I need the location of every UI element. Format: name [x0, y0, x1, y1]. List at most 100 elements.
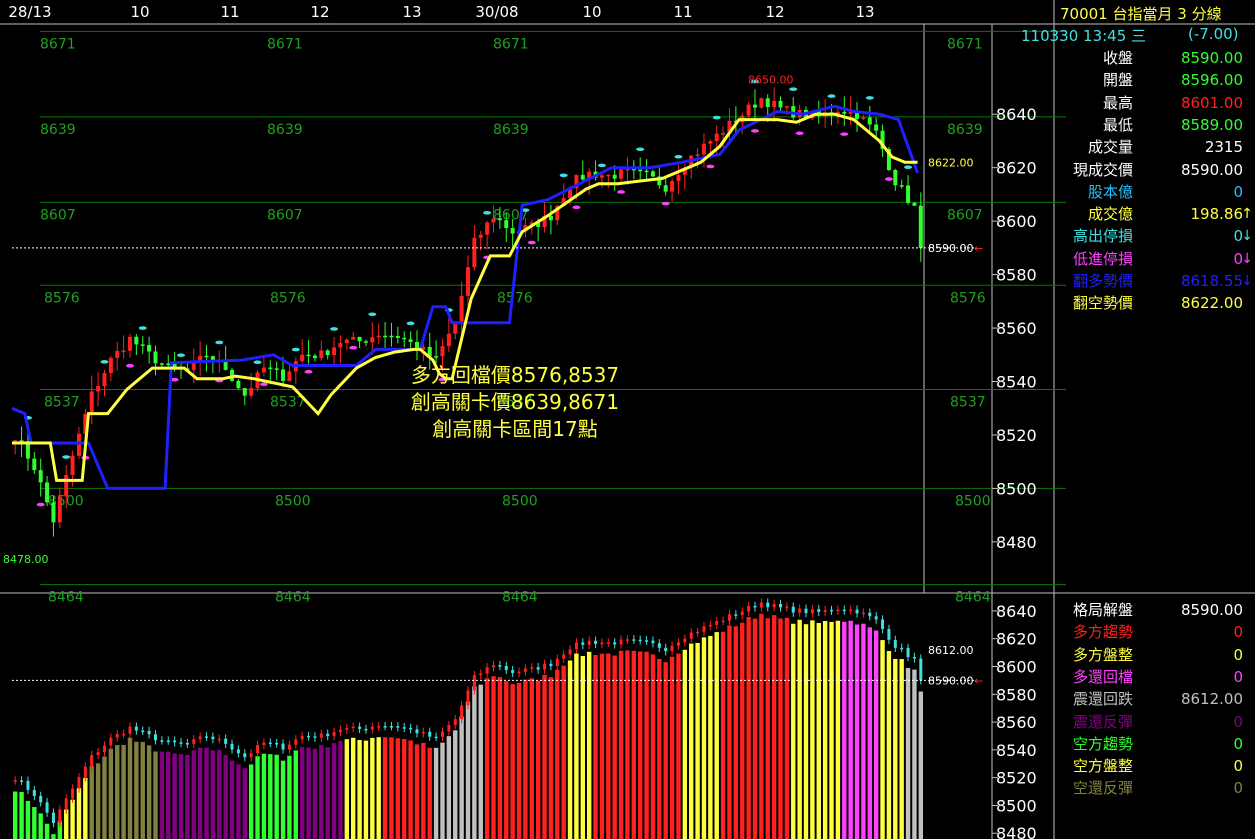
stop-marker-low [795, 131, 804, 136]
mini-candle-body [141, 730, 145, 733]
level-label: 8607 [947, 207, 983, 223]
pattern-bar [83, 777, 88, 839]
mini-candle-body [836, 609, 840, 612]
candle-body [76, 433, 81, 456]
stop-marker-high [138, 326, 147, 330]
pattern-bar [229, 760, 235, 839]
pattern-bar [178, 754, 184, 839]
panel-label: 震還回跌 [1072, 690, 1133, 709]
pattern-bar [708, 635, 713, 839]
candle-body [906, 185, 911, 203]
mini-candle-body [128, 726, 132, 734]
mini-candle-body [753, 605, 757, 608]
mini-candle-body [409, 727, 413, 730]
mini-candle-body [791, 606, 795, 613]
candle-body [759, 98, 764, 108]
x-tick-label: 13 [855, 3, 874, 21]
mini-candle-body [275, 743, 279, 745]
pattern-bar [510, 684, 515, 839]
stop-marker-high [368, 312, 377, 317]
pattern-bar [567, 660, 573, 839]
mini-candle-body [632, 639, 636, 641]
panel-label: 最低 [1102, 115, 1133, 134]
pattern-bar [484, 678, 490, 839]
pattern-bar [637, 651, 643, 839]
lower-y-tick-label: 8600 [996, 657, 1037, 676]
pattern-bar [248, 764, 254, 839]
candle-body [395, 335, 400, 338]
mini-candle-body [740, 611, 744, 616]
panel-row: 最高 8601.00 [1055, 92, 1251, 114]
level-label: 8464 [275, 590, 311, 606]
mini-candle-body [619, 639, 623, 645]
pattern-bar [38, 813, 43, 839]
mini-candle-body [447, 725, 451, 732]
panel-label: 成交量 [1087, 138, 1133, 157]
pattern-bar [446, 736, 452, 839]
mini-candle-body [874, 616, 878, 620]
level-label: 8607 [267, 207, 303, 223]
mini-candle-body [453, 719, 457, 726]
pattern-bar [351, 737, 356, 839]
pattern-bar [140, 741, 145, 839]
pattern-bar [280, 760, 286, 839]
mini-candle-body [51, 812, 55, 824]
pattern-bar [599, 653, 605, 839]
panel-label: 空還反彈 [1072, 779, 1133, 798]
pattern-bar [733, 626, 739, 839]
mini-candle-body [600, 642, 604, 645]
panel-row: 多方盤整 0 [1055, 644, 1251, 666]
pattern-bar [421, 742, 426, 839]
candle-body [861, 117, 866, 120]
pattern-bar [822, 621, 828, 839]
pattern-bar [89, 766, 94, 839]
candle-body [376, 335, 381, 338]
stop-marker-high [712, 115, 721, 120]
candle-body [510, 228, 515, 234]
panel-label: 高出停損 [1072, 227, 1133, 246]
pattern-bar [867, 627, 872, 839]
trend-arrow-icon: ↓ [1241, 228, 1253, 245]
pattern-bar [791, 623, 796, 839]
mini-candle-body [287, 744, 291, 750]
pattern-bar [644, 651, 649, 839]
lower-y-tick-label: 8480 [996, 824, 1037, 839]
pattern-bar [465, 701, 471, 839]
y-tick-label: 8540 [996, 373, 1037, 392]
pattern-bar [255, 756, 260, 839]
pattern-bar [523, 679, 528, 839]
pattern-bar [217, 749, 222, 839]
candle-body [721, 133, 726, 135]
mini-candle-body [606, 642, 610, 644]
trend-arrow-icon: ↓ [1241, 250, 1253, 267]
mini-candle-body [268, 742, 272, 745]
mini-candle-body [45, 802, 49, 813]
candle-body [472, 237, 477, 268]
candle-body [32, 458, 37, 471]
candle-body [644, 170, 649, 173]
pattern-bar [478, 684, 483, 839]
level-label: 8671 [947, 36, 983, 52]
candle-body [121, 350, 126, 353]
stop-marker-high [406, 321, 415, 326]
lower-y-tick-label: 8580 [996, 685, 1037, 704]
mini-candle-body [536, 667, 540, 670]
stop-marker-high [62, 455, 71, 459]
stop-marker-low [706, 164, 715, 169]
mini-candle-body [581, 642, 585, 645]
x-tick-label: 12 [765, 3, 784, 21]
panel-value: 8590.00 [1180, 160, 1243, 179]
pattern-bar [491, 676, 496, 839]
mini-candle-body [530, 667, 534, 669]
mini-candle-body [587, 640, 591, 645]
panel-label: 多方趨勢 [1072, 623, 1133, 642]
mini-candle-body [364, 728, 368, 731]
pattern-bar [720, 631, 726, 839]
x-tick-label: 10 [582, 3, 601, 21]
pattern-bar [548, 677, 554, 839]
pattern-bar [319, 744, 324, 839]
stop-marker-low [304, 369, 313, 374]
stop-marker-high [636, 147, 645, 152]
candle-body [466, 267, 470, 296]
candle-body [236, 380, 241, 389]
